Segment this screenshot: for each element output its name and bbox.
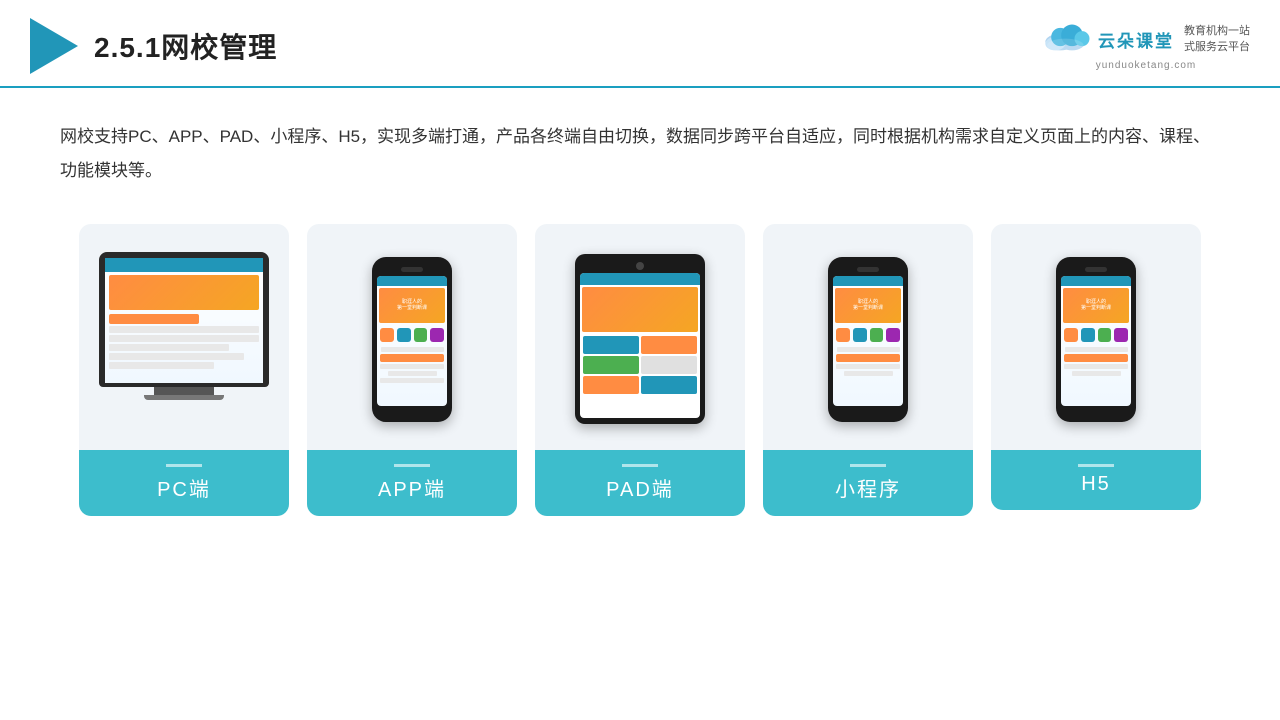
header: 2.5.1网校管理 云朵课堂 教育机构一站 式服务云平台 (0, 0, 1280, 88)
logo-area: 云朵课堂 教育机构一站 式服务云平台 yunduoketang.com (1042, 21, 1250, 71)
logo-text-en: yunduoketang.com (1096, 60, 1197, 71)
pad-image-area (551, 244, 729, 434)
cards-container: PC端 职涯人的第一堂判断课 (60, 224, 1220, 516)
main-content: 网校支持PC、APP、PAD、小程序、H5，实现多端打通，产品各终端自由切换，数… (0, 88, 1280, 536)
card-label-pad: PAD端 (535, 450, 745, 516)
phone-mockup-app: 职涯人的第一堂判断课 (372, 257, 452, 422)
play-icon (30, 18, 78, 74)
header-left: 2.5.1网校管理 (30, 18, 277, 74)
app-image-area: 职涯人的第一堂判断课 (323, 244, 501, 434)
h5-image-area: 职涯人的第一堂判断课 (1007, 244, 1185, 434)
card-app: 职涯人的第一堂判断课 (307, 224, 517, 516)
card-h5: 职涯人的第一堂判断课 (991, 224, 1201, 510)
card-label-h5: H5 (991, 450, 1201, 510)
card-miniapp: 职涯人的第一堂判断课 (763, 224, 973, 516)
miniapp-image-area: 职涯人的第一堂判断课 (779, 244, 957, 434)
phone-mockup-miniapp: 职涯人的第一堂判断课 (828, 257, 908, 422)
tablet-mockup (575, 254, 705, 424)
card-pad: PAD端 (535, 224, 745, 516)
pc-image-area (95, 244, 273, 434)
logo-tagline: 教育机构一站 式服务云平台 (1184, 24, 1250, 55)
description-text: 网校支持PC、APP、PAD、小程序、H5，实现多端打通，产品各终端自由切换，数… (60, 120, 1220, 188)
logo-cloud: 云朵课堂 教育机构一站 式服务云平台 (1042, 21, 1250, 58)
logo-text-cn: 云朵课堂 (1098, 27, 1174, 52)
card-label-app: APP端 (307, 450, 517, 516)
card-pc: PC端 (79, 224, 289, 516)
card-label-pc: PC端 (79, 450, 289, 516)
pc-mockup (99, 252, 269, 427)
phone-mockup-h5: 职涯人的第一堂判断课 (1056, 257, 1136, 422)
cloud-icon (1042, 21, 1092, 58)
card-label-miniapp: 小程序 (763, 450, 973, 516)
page-title: 2.5.1网校管理 (94, 26, 277, 66)
